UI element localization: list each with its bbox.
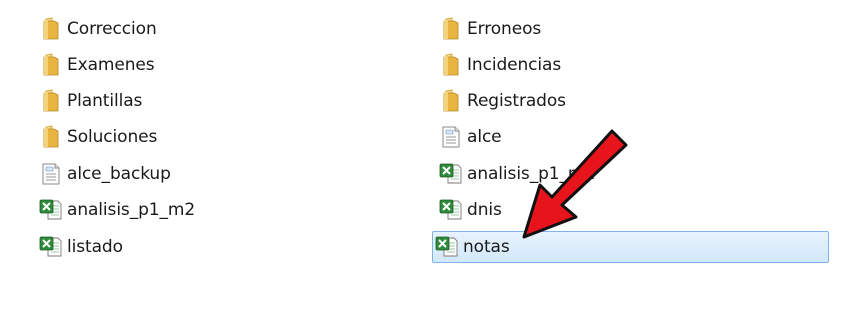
- item-label: analisis_p1_m2: [67, 200, 196, 220]
- item-label: Examenes: [67, 55, 155, 75]
- folder-item-plantillas[interactable]: Plantillas: [36, 86, 142, 116]
- folder-icon: [39, 125, 63, 149]
- item-label: Correccion: [67, 19, 157, 39]
- red-arrow-icon: [522, 129, 628, 239]
- folder-icon: [439, 17, 463, 41]
- item-label: alce_backup: [67, 164, 171, 184]
- item-label: listado: [67, 237, 123, 257]
- item-label: Incidencias: [467, 55, 562, 75]
- excel-file-icon: [435, 235, 459, 259]
- folder-item-erroneos[interactable]: Erroneos: [436, 14, 541, 44]
- text-file-icon: [439, 125, 463, 149]
- file-item-listado[interactable]: listado: [36, 232, 123, 262]
- folder-icon: [39, 89, 63, 113]
- excel-file-icon: [439, 198, 463, 222]
- folder-item-registrados[interactable]: Registrados: [436, 86, 566, 116]
- text-file-icon: [39, 162, 63, 186]
- item-label: alce: [467, 127, 502, 147]
- folder-icon: [39, 17, 63, 41]
- folder-item-examenes[interactable]: Examenes: [36, 50, 155, 80]
- excel-file-icon: [39, 235, 63, 259]
- excel-file-icon: [439, 162, 463, 186]
- excel-file-icon: [39, 198, 63, 222]
- item-label: Plantillas: [67, 91, 143, 111]
- file-item-alce-backup[interactable]: alce_backup: [36, 159, 171, 189]
- item-label: Soluciones: [67, 127, 158, 147]
- folder-item-correccion[interactable]: Correccion: [36, 14, 157, 44]
- folder-icon: [39, 53, 63, 77]
- item-label: Erroneos: [467, 19, 542, 39]
- file-item-alce[interactable]: alce: [436, 122, 502, 152]
- folder-item-soluciones[interactable]: Soluciones: [36, 122, 157, 152]
- file-item-analisis-p1-m2[interactable]: analisis_p1_m2: [36, 195, 195, 225]
- item-label: notas: [463, 237, 510, 257]
- file-item-dnis[interactable]: dnis: [436, 195, 502, 225]
- file-item-notas[interactable]: notas: [432, 231, 829, 263]
- folder-icon: [439, 53, 463, 77]
- item-label: Registrados: [467, 91, 566, 111]
- item-label: dnis: [467, 200, 502, 220]
- folder-item-incidencias[interactable]: Incidencias: [436, 50, 561, 80]
- folder-icon: [439, 89, 463, 113]
